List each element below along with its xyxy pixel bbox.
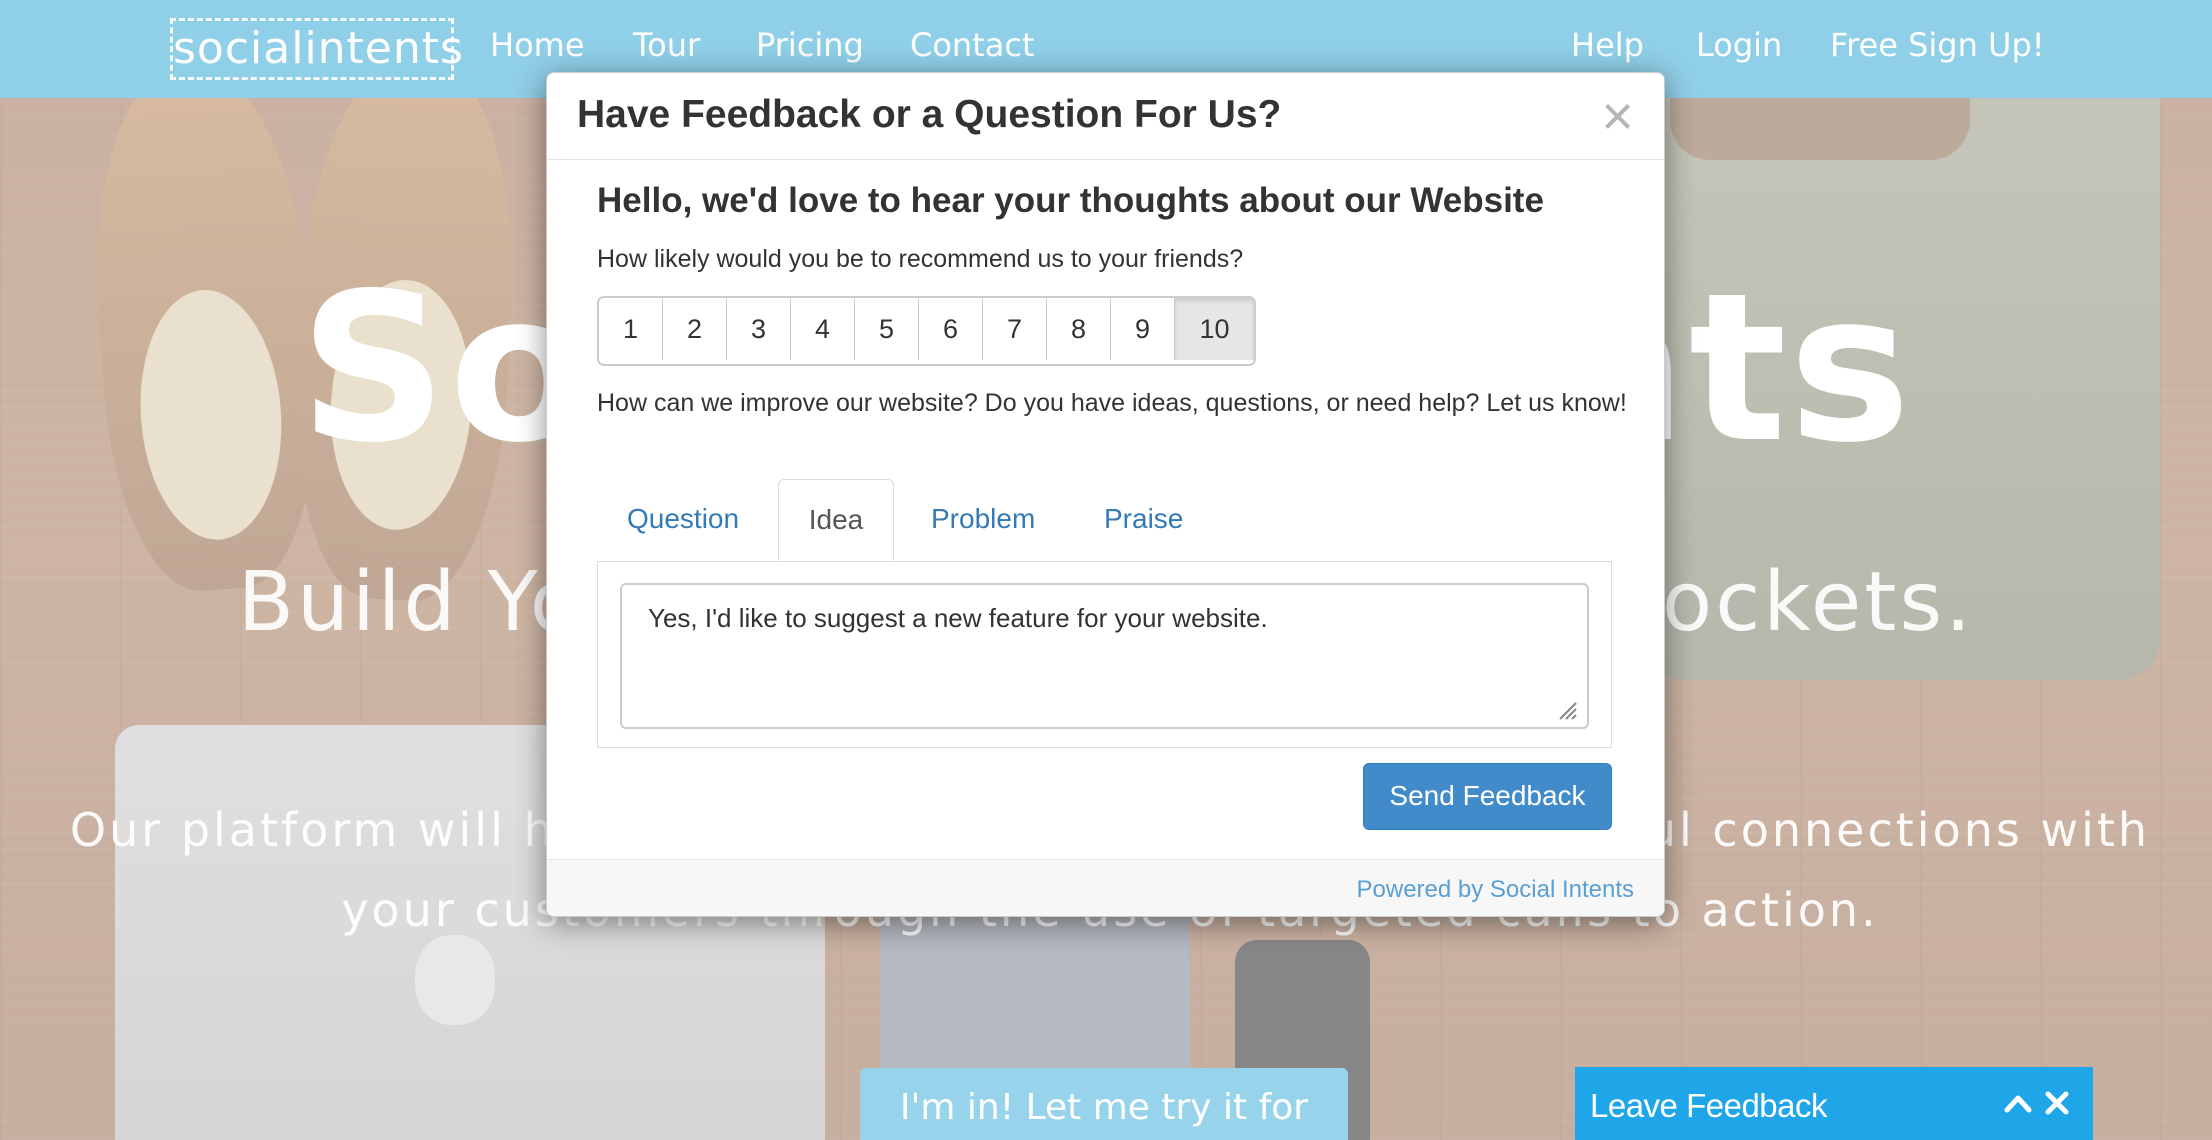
rating-button-3[interactable]: 3 xyxy=(727,298,791,360)
improve-question: How can we improve our website? Do you h… xyxy=(597,389,1627,417)
tab-problem[interactable]: Problem xyxy=(931,479,1035,561)
send-feedback-button[interactable]: Send Feedback xyxy=(1363,763,1612,830)
leave-feedback-label: Leave Feedback xyxy=(1590,1087,1828,1124)
feedback-type-tabs: Question Idea Problem Praise xyxy=(597,479,1612,562)
rating-button-1[interactable]: 1 xyxy=(599,298,663,360)
close-icon[interactable] xyxy=(2043,1089,2071,1117)
modal-header: Have Feedback or a Question For Us? × xyxy=(547,73,1664,160)
rating-button-9[interactable]: 9 xyxy=(1111,298,1175,360)
rating-button-5[interactable]: 5 xyxy=(855,298,919,360)
rating-button-7[interactable]: 7 xyxy=(983,298,1047,360)
feedback-textarea[interactable]: Yes, I'd like to suggest a new feature f… xyxy=(620,583,1589,729)
feedback-modal: Have Feedback or a Question For Us? × He… xyxy=(546,72,1665,917)
tab-question[interactable]: Question xyxy=(627,479,739,561)
rating-button-group: 1 2 3 4 5 6 7 8 9 10 xyxy=(597,296,1256,366)
close-icon[interactable]: × xyxy=(1601,83,1634,148)
tab-panel: Yes, I'd like to suggest a new feature f… xyxy=(597,561,1612,748)
chevron-up-icon[interactable] xyxy=(2003,1089,2033,1119)
modal-title: Have Feedback or a Question For Us? xyxy=(577,93,1282,136)
recommend-question: How likely would you be to recommend us … xyxy=(597,245,1244,273)
powered-by-link[interactable]: Powered by Social Intents xyxy=(1357,876,1635,904)
rating-button-4[interactable]: 4 xyxy=(791,298,855,360)
rating-button-2[interactable]: 2 xyxy=(663,298,727,360)
rating-button-8[interactable]: 8 xyxy=(1047,298,1111,360)
tab-praise[interactable]: Praise xyxy=(1104,479,1183,561)
greeting-heading: Hello, we'd love to hear your thoughts a… xyxy=(597,181,1544,220)
resize-handle-icon[interactable] xyxy=(1556,699,1578,721)
leave-feedback-bar[interactable]: Leave Feedback xyxy=(1575,1067,2093,1140)
rating-button-10[interactable]: 10 xyxy=(1175,298,1254,360)
rating-button-6[interactable]: 6 xyxy=(919,298,983,360)
modal-footer: Powered by Social Intents xyxy=(547,859,1664,916)
tab-idea[interactable]: Idea xyxy=(778,479,894,561)
